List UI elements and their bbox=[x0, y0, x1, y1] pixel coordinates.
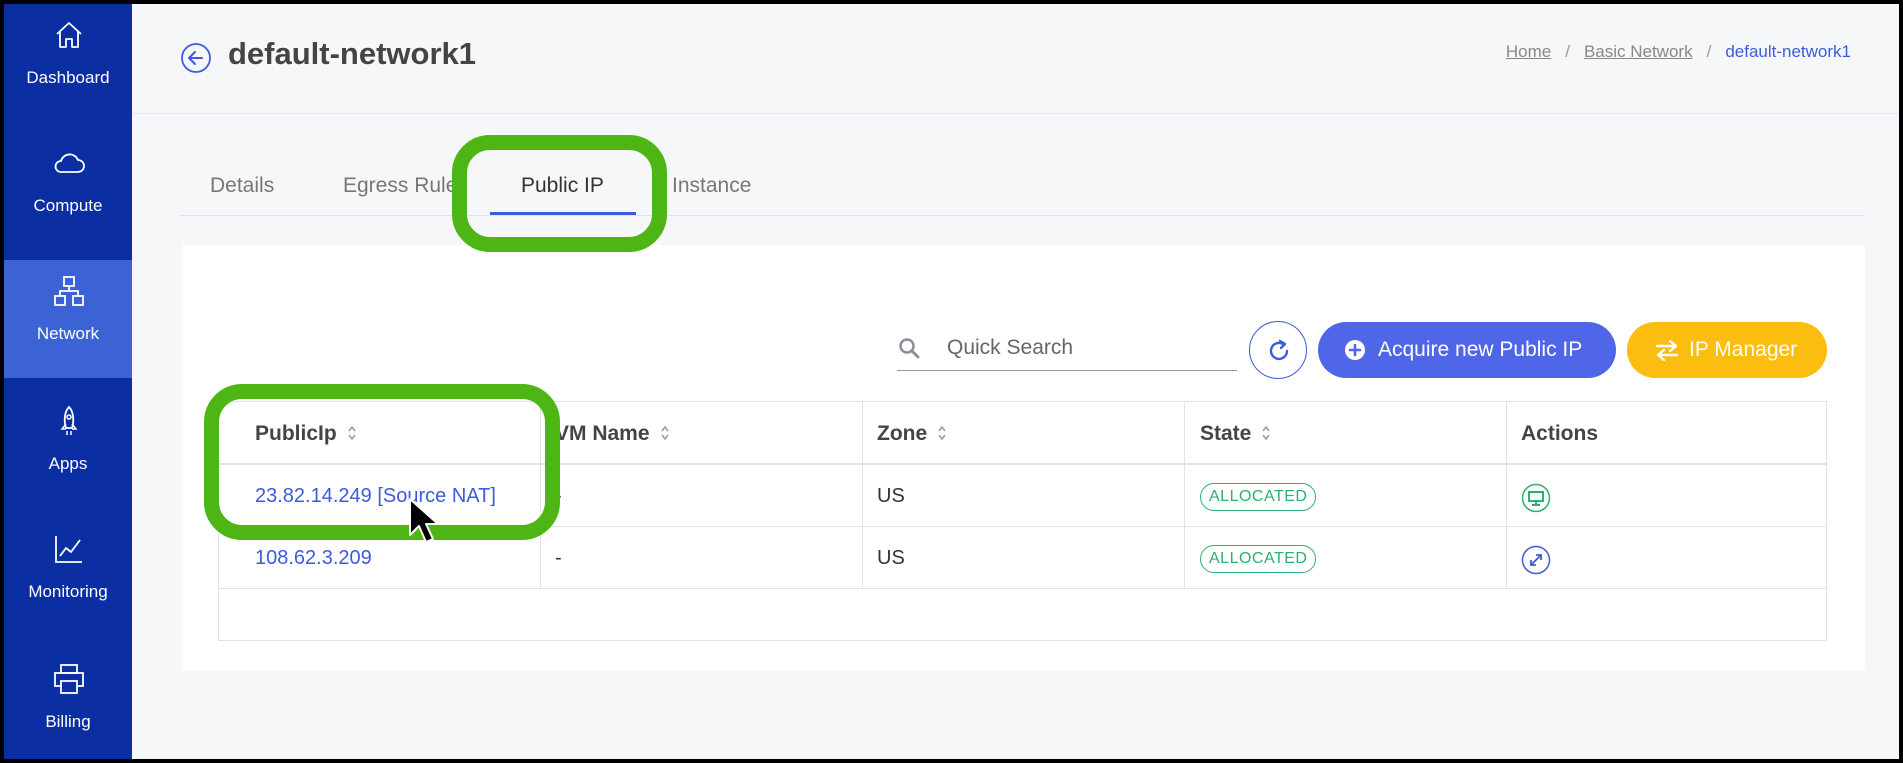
cell-state: ALLOCATED bbox=[1185, 527, 1507, 588]
home-icon bbox=[56, 22, 82, 48]
breadcrumb-separator: / bbox=[1565, 42, 1570, 61]
rocket-icon bbox=[60, 405, 78, 435]
tab-bar: Details Egress Rule Public IP Instance bbox=[180, 136, 1864, 216]
cell-actions bbox=[1507, 465, 1826, 526]
public-ip-link[interactable]: 23.82.14.249 [Source NAT] bbox=[255, 485, 496, 508]
public-ip-link[interactable]: 108.62.3.209 bbox=[255, 547, 372, 570]
zone-value: US bbox=[877, 547, 905, 569]
search-input[interactable] bbox=[947, 330, 1227, 366]
printer-icon bbox=[54, 664, 84, 694]
acquire-button-label: Acquire new Public IP bbox=[1378, 338, 1583, 361]
public-ip-table: PublicIp VM Name Zone State Actions 23.8… bbox=[218, 401, 1827, 641]
status-badge: ALLOCATED bbox=[1200, 545, 1317, 573]
cell-vm-name: - bbox=[541, 465, 863, 526]
cell-actions bbox=[1507, 527, 1826, 588]
tab-instance[interactable]: Instance bbox=[672, 174, 751, 198]
sort-icon bbox=[1262, 425, 1270, 441]
table-row: 23.82.14.249 [Source NAT] - US ALLOCATED bbox=[219, 465, 1826, 527]
vm-name-value: - bbox=[555, 485, 562, 507]
mouse-cursor-icon bbox=[409, 498, 439, 543]
active-tab-indicator bbox=[490, 212, 636, 215]
tab-details[interactable]: Details bbox=[210, 174, 274, 198]
sort-icon bbox=[660, 425, 669, 441]
sidebar-item-label: Monitoring bbox=[28, 582, 108, 601]
cell-vm-name: - bbox=[541, 527, 863, 588]
sidebar-item-compute[interactable]: Compute bbox=[4, 132, 132, 250]
column-header-vm-name[interactable]: VM Name bbox=[541, 402, 863, 463]
cell-state: ALLOCATED bbox=[1185, 465, 1507, 526]
network-icon bbox=[54, 276, 84, 306]
monitor-icon[interactable] bbox=[1521, 483, 1551, 513]
column-header-label: State bbox=[1200, 422, 1252, 445]
search-icon bbox=[899, 338, 920, 359]
column-header-label: Actions bbox=[1521, 422, 1599, 445]
cloud-icon bbox=[54, 153, 85, 173]
back-arrow-icon[interactable] bbox=[180, 42, 212, 74]
breadcrumb-basic-network-link[interactable]: Basic Network bbox=[1584, 42, 1693, 61]
column-header-state[interactable]: State bbox=[1185, 402, 1507, 463]
column-header-label: Zone bbox=[877, 422, 928, 445]
cell-zone: US bbox=[863, 527, 1185, 588]
sidebar-item-label: Billing bbox=[45, 712, 91, 731]
sidebar-item-network[interactable]: Network bbox=[4, 260, 132, 378]
page-header: default-network1 Home / Basic Network / defa… bbox=[132, 4, 1899, 114]
table-header-row: PublicIp VM Name Zone State Actions bbox=[219, 402, 1826, 465]
sort-icon bbox=[348, 425, 356, 441]
column-header-zone[interactable]: Zone bbox=[863, 402, 1185, 463]
ip-manager-button-label: IP Manager bbox=[1689, 338, 1798, 361]
plus-circle-icon bbox=[1345, 340, 1365, 360]
zone-value: US bbox=[877, 485, 905, 507]
cell-zone: US bbox=[863, 465, 1185, 526]
breadcrumb-current: default-network1 bbox=[1725, 42, 1851, 61]
column-header-label: PublicIp bbox=[255, 422, 337, 445]
column-header-publicip[interactable]: PublicIp bbox=[219, 402, 541, 463]
tab-public-ip[interactable]: Public IP bbox=[521, 174, 604, 198]
sidebar-item-label: Compute bbox=[33, 196, 103, 215]
table-row: 108.62.3.209 - US ALLOCATED bbox=[219, 527, 1826, 589]
acquire-public-ip-button[interactable]: Acquire new Public IP bbox=[1318, 322, 1616, 378]
column-header-label: VM Name bbox=[555, 422, 650, 445]
sidebar-item-dashboard[interactable]: Dashboard bbox=[4, 4, 132, 122]
public-ip-card: Acquire new Public IP IP Manager PublicI… bbox=[182, 245, 1865, 671]
chart-icon bbox=[55, 536, 82, 563]
sidebar-item-billing[interactable]: Billing bbox=[4, 648, 132, 759]
breadcrumb-home-link[interactable]: Home bbox=[1506, 42, 1551, 61]
ip-manager-button[interactable]: IP Manager bbox=[1627, 322, 1827, 378]
sidebar-item-apps[interactable]: Apps bbox=[4, 390, 132, 508]
breadcrumb-separator: / bbox=[1706, 42, 1712, 61]
sidebar-item-label: Network bbox=[36, 324, 100, 343]
cell-publicip: 23.82.14.249 [Source NAT] bbox=[219, 465, 541, 526]
page-title: default-network1 bbox=[228, 36, 477, 71]
tab-egress-rule[interactable]: Egress Rule bbox=[343, 174, 457, 198]
breadcrumb: Home / Basic Network / default-network1 bbox=[1506, 42, 1851, 62]
app-window: Dashboard Compute Network Apps Monitorin… bbox=[4, 4, 1899, 759]
quick-search bbox=[897, 326, 1237, 371]
sidebar: Dashboard Compute Network Apps Monitorin… bbox=[4, 4, 132, 759]
sort-icon bbox=[938, 425, 946, 441]
status-badge: ALLOCATED bbox=[1200, 483, 1317, 511]
refresh-icon bbox=[1269, 339, 1289, 361]
column-header-actions: Actions bbox=[1507, 402, 1826, 463]
swap-arrows-icon bbox=[1655, 339, 1679, 361]
expand-icon[interactable] bbox=[1521, 545, 1551, 575]
refresh-button[interactable] bbox=[1249, 321, 1307, 379]
sidebar-item-label: Dashboard bbox=[26, 68, 110, 87]
vm-name-value: - bbox=[555, 547, 562, 569]
sidebar-item-label: Apps bbox=[48, 454, 88, 473]
sidebar-item-monitoring[interactable]: Monitoring bbox=[4, 518, 132, 636]
cell-publicip: 108.62.3.209 bbox=[219, 527, 541, 588]
